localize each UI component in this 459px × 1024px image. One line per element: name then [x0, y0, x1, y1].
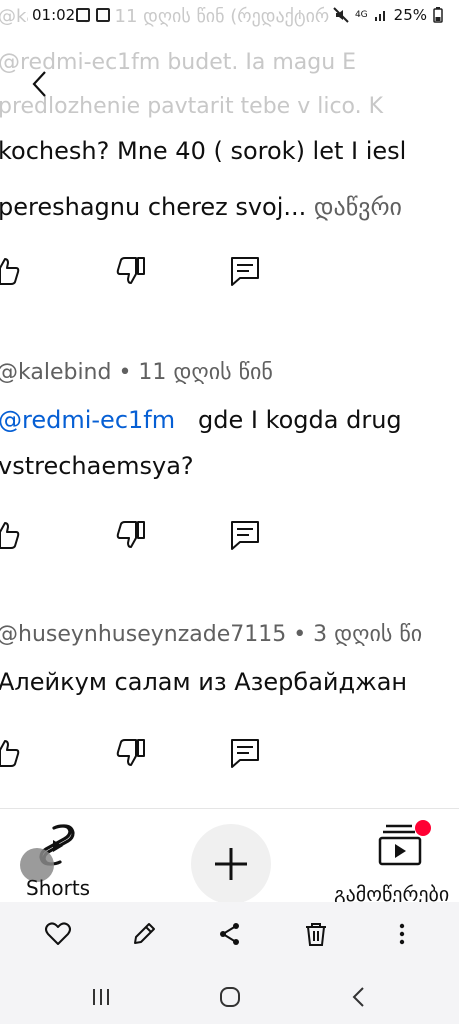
home-button[interactable] [217, 984, 243, 1010]
recent-apps-button[interactable] [88, 984, 114, 1010]
notification-badge [415, 820, 431, 836]
battery-percent: 25% [393, 6, 427, 24]
edit-button[interactable] [130, 920, 158, 948]
comment-2-line-1: @redmi-ec1fm gde I kogda drug [0, 403, 402, 437]
like-button[interactable] [0, 736, 22, 770]
bottom-nav: Shorts გამოწერები [0, 810, 459, 906]
comment-icon [231, 257, 259, 286]
ghost-text-line-1: @redmi-ec1fm budet. Ia magu E [0, 50, 357, 75]
favorite-button[interactable] [44, 920, 72, 948]
thumbs-up-icon [0, 258, 20, 285]
more-vert-icon [399, 923, 405, 945]
heart-icon [45, 922, 71, 945]
more-options-button[interactable] [388, 920, 416, 948]
reply-button[interactable] [228, 254, 262, 288]
create-button[interactable] [191, 824, 271, 904]
chevron-left-icon [32, 71, 46, 97]
thumbs-down-icon [116, 739, 145, 766]
thumbs-up-icon [0, 740, 20, 767]
comment-2-line-2: vstrechaemsya? [0, 452, 194, 480]
trash-icon [306, 923, 326, 946]
comment-1-actions [0, 254, 459, 294]
delete-button[interactable] [302, 920, 330, 948]
status-bar: @kalebind • 11 დღის წინ (რედაქტირ 01:02 … [0, 0, 459, 32]
reply-button[interactable] [228, 518, 262, 552]
mention-link[interactable]: @redmi-ec1fm [0, 406, 175, 434]
signal-icon [374, 11, 385, 21]
share-button[interactable] [216, 920, 244, 948]
dislike-button[interactable] [114, 254, 148, 288]
thumbs-up-icon [0, 522, 20, 549]
comment-3-author[interactable]: @huseynhuseynzade7115 • 3 დღის წი [0, 622, 422, 647]
read-more-link[interactable]: დაწვრი [314, 193, 402, 221]
screenshot-toolbar [0, 902, 459, 964]
comment-1-line-2: pereshagnu cherez svoj... დაწვრი [0, 190, 402, 224]
back-nav-button[interactable] [346, 984, 372, 1010]
comment-1-line-1: kochesh? Mne 40 ( sorok) let I iesl [0, 137, 407, 165]
reply-button[interactable] [228, 736, 262, 770]
network-type: 4G [354, 9, 368, 20]
plus-icon [215, 848, 247, 880]
share-icon [220, 923, 239, 945]
gallery-icon [96, 8, 110, 22]
comment-3-actions [0, 736, 459, 776]
comment-3-line-1: Алейкум салам из Азербайджан [0, 668, 408, 696]
system-nav-bar [0, 964, 459, 1024]
like-button[interactable] [0, 518, 22, 552]
dislike-button[interactable] [114, 736, 148, 770]
thumbs-down-icon [116, 257, 145, 284]
nav-subscriptions[interactable]: გამოწერები [330, 816, 459, 906]
status-time: 01:02 [28, 6, 80, 24]
thumbs-down-icon [116, 521, 145, 548]
comment-icon [231, 739, 259, 768]
comment-2-actions [0, 518, 459, 558]
divider [0, 808, 459, 809]
nav-shorts[interactable]: Shorts [20, 816, 100, 902]
nav-shorts-label: Shorts [26, 876, 91, 900]
home-icon [220, 987, 240, 1007]
like-button[interactable] [0, 254, 22, 288]
comment-2-author[interactable]: @kalebind • 11 დღის წინ [0, 360, 273, 385]
pencil-icon [134, 923, 155, 944]
comment-1-line-2-text: pereshagnu cherez svoj... [0, 193, 307, 221]
dislike-button[interactable] [114, 518, 148, 552]
ghost-text-line-2: predlozhenie pavtarit tebe v lico. K [0, 94, 384, 119]
back-icon [352, 987, 364, 1007]
comment-2-line-1-text: gde I kogda drug [198, 406, 402, 434]
comment-icon [231, 521, 259, 550]
mute-icon [333, 7, 349, 23]
status-right: 4G 25% [328, 6, 443, 24]
battery-icon [433, 7, 443, 23]
image-icon [76, 8, 90, 22]
recents-icon [93, 989, 109, 1005]
notification-icons [76, 8, 110, 22]
back-button[interactable] [28, 68, 52, 100]
